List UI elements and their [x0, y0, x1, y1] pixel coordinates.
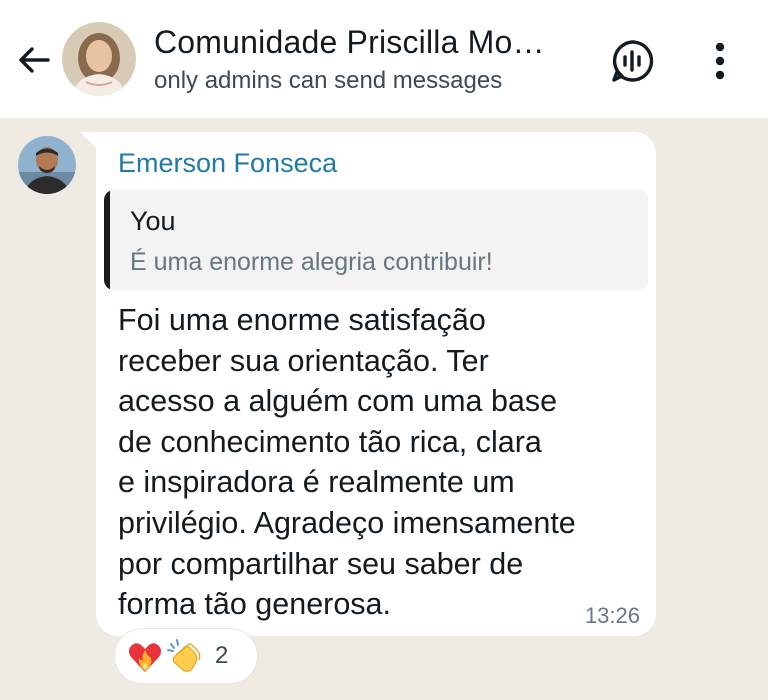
message-line: Foi uma enorme satisfação	[118, 303, 486, 337]
group-title: Comunidade Priscilla Mo…	[154, 24, 545, 60]
message-line: receber sua orientação. Ter	[118, 343, 489, 378]
quote-author: You	[130, 206, 176, 236]
message-line: acesso a alguém com uma base	[118, 384, 558, 419]
chat-header: Comunidade Priscilla Mo… only admins can…	[0, 0, 768, 118]
quoted-message[interactable]: You É uma enorme alegria contribuir!	[104, 190, 648, 290]
back-button[interactable]	[12, 38, 56, 82]
voice-chat-button[interactable]	[604, 36, 660, 86]
message-line: forma tão generosa.	[118, 587, 391, 622]
sender-name[interactable]: Emerson Fonseca	[118, 146, 337, 180]
chat-title-block[interactable]: Comunidade Priscilla Mo… only admins can…	[154, 22, 584, 96]
group-subtitle: only admins can send messages	[154, 67, 503, 94]
message-line: e inspiradora é realmente um	[118, 465, 515, 500]
message-line: por compartilhar seu saber de	[118, 546, 524, 581]
menu-button[interactable]	[700, 36, 740, 86]
voice-chat-icon	[612, 40, 654, 82]
reaction-count: 2	[215, 642, 229, 669]
heart-on-fire-icon	[129, 643, 161, 672]
clapping-hands-icon	[167, 639, 201, 672]
message-bubble[interactable]: Emerson Fonseca You É uma enorme alegria…	[96, 132, 656, 636]
reactions-pill[interactable]: 2	[114, 628, 258, 684]
message-line: de conhecimento tão rica, clara	[118, 424, 542, 459]
arrow-left-icon	[19, 47, 50, 73]
quote-text: É uma enorme alegria contribuir!	[130, 248, 493, 276]
sender-avatar[interactable]	[18, 136, 76, 194]
more-vertical-icon	[715, 42, 725, 80]
group-avatar-image	[62, 22, 136, 96]
message-timestamp: 13:26	[584, 603, 640, 628]
quote-bar	[104, 190, 110, 290]
message-line: privilégio. Agradeço imensamente	[118, 505, 576, 540]
sender-avatar-image	[18, 136, 76, 194]
group-avatar[interactable]	[62, 22, 136, 96]
message-text: Foi uma enorme satisfação receber sua or…	[118, 300, 638, 625]
